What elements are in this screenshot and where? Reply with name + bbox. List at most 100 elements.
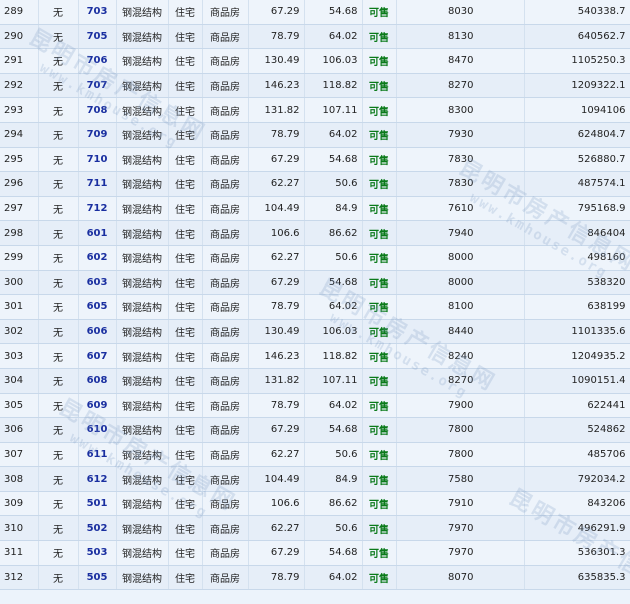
unit-number-link[interactable]: 501: [87, 498, 108, 509]
unit-number-cell[interactable]: 610: [78, 417, 117, 443]
row-number-cell: 292: [0, 73, 39, 99]
unit-number-link[interactable]: 605: [87, 301, 108, 312]
unit-number-cell[interactable]: 501: [78, 491, 117, 517]
unit-number-link[interactable]: 608: [87, 375, 108, 386]
unit-number-link[interactable]: 711: [87, 178, 108, 189]
total-price-cell: 1101335.6: [524, 319, 630, 345]
structure-cell: 钢混结构: [116, 73, 169, 99]
unit-number-cell[interactable]: 711: [78, 171, 117, 197]
unit-number-link[interactable]: 611: [87, 449, 108, 460]
table-row: 304 无 608 钢混结构 住宅 商品房 131.82 107.11 可售 8270 109015…: [0, 368, 630, 394]
house-type-cell: 商品房: [202, 245, 249, 271]
unit-number-link[interactable]: 602: [87, 252, 108, 263]
structure-cell: 钢混结构: [116, 294, 169, 320]
row-number-cell: 295: [0, 147, 39, 173]
table-row: 310 无 502 钢混结构 住宅 商品房 62.27 50.6 可售 7970 496291.9: [0, 515, 630, 542]
unit-number-cell[interactable]: 710: [78, 147, 117, 173]
house-type-cell: 商品房: [202, 319, 249, 345]
total-price-cell: 538320: [524, 270, 630, 296]
unit-number-cell[interactable]: 707: [78, 73, 117, 99]
unit-number-link[interactable]: 609: [87, 400, 108, 411]
table-row: 299 无 602 钢混结构 住宅 商品房 62.27 50.6 可售 8000 498160: [0, 245, 630, 271]
total-price-cell: 536301.3: [524, 540, 630, 566]
unit-number-cell[interactable]: 503: [78, 540, 117, 566]
sale-status-cell: 可售: [362, 171, 397, 197]
unit-number-cell[interactable]: 611: [78, 442, 117, 468]
inner-area-cell: 54.68: [304, 540, 363, 566]
unit-number-link[interactable]: 603: [87, 277, 108, 288]
unit-number-cell[interactable]: 612: [78, 466, 117, 492]
house-type-cell: 商品房: [202, 515, 249, 542]
floor-area-cell: 146.23: [248, 343, 305, 369]
floor-area-cell: 106.6: [248, 491, 305, 517]
unit-number-link[interactable]: 606: [87, 326, 108, 337]
sale-status-cell: 可售: [362, 565, 397, 591]
floor-area-cell: 67.29: [248, 270, 305, 296]
unit-number-link[interactable]: 707: [87, 80, 108, 91]
total-price-cell: 485706: [524, 442, 630, 468]
sale-status-cell: 可售: [362, 147, 397, 173]
table-row: 291 无 706 钢混结构 住宅 商品房 130.49 106.03 可售 8470 110525…: [0, 48, 630, 74]
structure-cell: 钢混结构: [116, 171, 169, 197]
unit-number-cell[interactable]: 606: [78, 319, 117, 345]
unit-price-cell: 8130: [396, 24, 525, 50]
inner-area-cell: 50.6: [304, 171, 363, 197]
unit-number-link[interactable]: 708: [87, 105, 108, 116]
unit-number-link[interactable]: 703: [87, 6, 108, 17]
house-type-cell: 商品房: [202, 97, 249, 123]
house-type-cell: 商品房: [202, 147, 249, 173]
structure-cell: 钢混结构: [116, 540, 169, 566]
unit-number-link[interactable]: 706: [87, 55, 108, 66]
floor-area-cell: 131.82: [248, 368, 305, 394]
unit-number-link[interactable]: 709: [87, 129, 108, 140]
house-type-cell: 商品房: [202, 73, 249, 99]
house-type-cell: 商品房: [202, 491, 249, 517]
structure-cell: 钢混结构: [116, 515, 169, 542]
inner-area-cell: 84.9: [304, 196, 363, 222]
total-price-cell: 524862: [524, 417, 630, 443]
unit-number-cell[interactable]: 609: [78, 393, 117, 419]
floor-area-cell: 78.79: [248, 122, 305, 148]
unit-number-link[interactable]: 710: [87, 154, 108, 165]
unit-number-link[interactable]: 505: [87, 572, 108, 583]
sale-status-cell: 可售: [362, 368, 397, 394]
unit-number-cell[interactable]: 712: [78, 196, 117, 222]
unit-number-link[interactable]: 502: [87, 523, 108, 534]
unit-number-cell[interactable]: 709: [78, 122, 117, 148]
unit-number-link[interactable]: 610: [87, 424, 108, 435]
unit-number-cell[interactable]: 605: [78, 294, 117, 320]
inner-area-cell: 54.68: [304, 270, 363, 296]
unit-number-link[interactable]: 503: [87, 547, 108, 558]
elevator-cell: 无: [38, 171, 79, 197]
unit-number-cell[interactable]: 608: [78, 368, 117, 394]
unit-number-cell[interactable]: 705: [78, 24, 117, 50]
unit-number-link[interactable]: 612: [87, 474, 108, 485]
inner-area-cell: 64.02: [304, 122, 363, 148]
unit-number-cell[interactable]: 703: [78, 0, 117, 25]
unit-price-cell: 7830: [396, 171, 525, 197]
unit-number-cell[interactable]: 603: [78, 270, 117, 296]
unit-number-link[interactable]: 601: [87, 228, 108, 239]
sale-status-cell: 可售: [362, 393, 397, 419]
row-number-cell: 305: [0, 393, 39, 419]
unit-number-cell[interactable]: 502: [78, 515, 117, 542]
unit-number-cell[interactable]: 505: [78, 565, 117, 591]
unit-number-cell[interactable]: 706: [78, 48, 117, 74]
sale-status-cell: 可售: [362, 122, 397, 148]
total-price-cell: 635835.3: [524, 565, 630, 591]
unit-price-cell: 7800: [396, 442, 525, 468]
elevator-cell: 无: [38, 270, 79, 296]
total-price-cell: 487574.1: [524, 171, 630, 197]
elevator-cell: 无: [38, 147, 79, 173]
unit-number-cell[interactable]: 708: [78, 97, 117, 123]
usage-cell: 住宅: [168, 0, 203, 25]
usage-cell: 住宅: [168, 565, 203, 591]
usage-cell: 住宅: [168, 24, 203, 50]
unit-price-cell: 7830: [396, 147, 525, 173]
unit-number-cell[interactable]: 601: [78, 220, 117, 246]
unit-number-link[interactable]: 705: [87, 31, 108, 42]
unit-number-cell[interactable]: 602: [78, 245, 117, 271]
unit-number-cell[interactable]: 607: [78, 343, 117, 369]
unit-number-link[interactable]: 712: [87, 203, 108, 214]
unit-number-link[interactable]: 607: [87, 351, 108, 362]
